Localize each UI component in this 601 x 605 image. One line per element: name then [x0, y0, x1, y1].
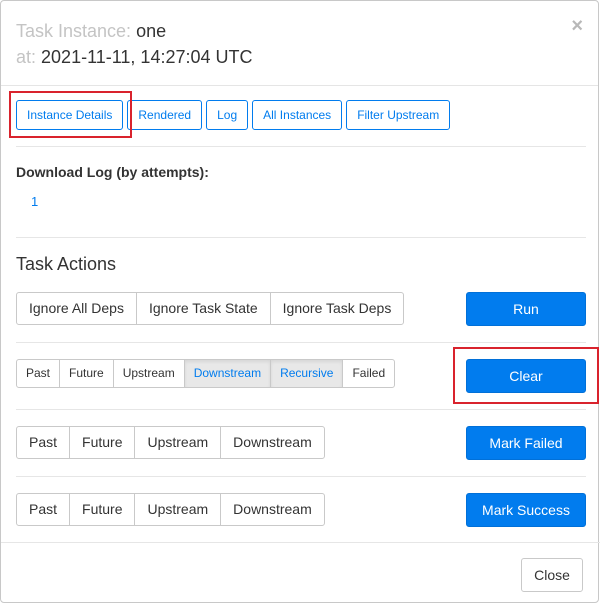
ignore-task-state-toggle[interactable]: Ignore Task State [135, 292, 271, 325]
execution-date-value: 2021-11-11, 14:27:04 UTC [41, 47, 253, 67]
clear-failed-toggle[interactable]: Failed [342, 359, 396, 388]
mark-failed-downstream-toggle[interactable]: Downstream [220, 426, 325, 459]
task-instance-value: one [136, 21, 167, 41]
mark-failed-button[interactable]: Mark Failed [466, 426, 586, 460]
divider [16, 237, 586, 238]
task-instance-title: Task Instance: one [16, 20, 166, 42]
divider [16, 476, 586, 477]
mark-success-options-group: Past Future Upstream Downstream [16, 493, 325, 526]
task-actions-title: Task Actions [16, 254, 117, 274]
mark-failed-future-toggle[interactable]: Future [69, 426, 136, 459]
highlight-box-clear [453, 347, 599, 404]
mark-success-button[interactable]: Mark Success [466, 493, 586, 527]
mark-success-upstream-toggle[interactable]: Upstream [134, 493, 222, 526]
clear-recursive-toggle[interactable]: Recursive [270, 359, 344, 388]
mark-success-past-toggle[interactable]: Past [16, 493, 71, 526]
ignore-all-deps-toggle[interactable]: Ignore All Deps [16, 292, 137, 325]
download-log-label: Download Log (by attempts): [16, 164, 209, 180]
mark-success-future-toggle[interactable]: Future [69, 493, 136, 526]
highlight-box-instance-details [9, 91, 132, 138]
filter-upstream-button[interactable]: Filter Upstream [346, 100, 451, 130]
rendered-button[interactable]: Rendered [127, 100, 203, 130]
clear-upstream-toggle[interactable]: Upstream [112, 359, 185, 388]
mark-failed-options-group: Past Future Upstream Downstream [16, 426, 325, 459]
task-instance-modal: Task Instance: one at: 2021-11-11, 14:27… [0, 0, 600, 603]
log-button[interactable]: Log [206, 100, 249, 130]
clear-future-toggle[interactable]: Future [59, 359, 114, 388]
all-instances-button[interactable]: All Instances [252, 100, 343, 130]
modal-header: Task Instance: one at: 2021-11-11, 14:27… [1, 1, 598, 86]
task-instance-label: Task Instance: [16, 21, 132, 41]
clear-past-toggle[interactable]: Past [16, 359, 61, 388]
mark-failed-past-toggle[interactable]: Past [16, 426, 71, 459]
divider [16, 409, 586, 410]
execution-date-line: at: 2021-11-11, 14:27:04 UTC [16, 46, 253, 68]
clear-options-group: Past Future Upstream Downstream Recursiv… [16, 359, 396, 388]
mark-failed-upstream-toggle[interactable]: Upstream [134, 426, 222, 459]
run-button[interactable]: Run [466, 292, 586, 326]
divider [16, 146, 586, 147]
close-button[interactable]: Close [521, 558, 583, 592]
mark-success-downstream-toggle[interactable]: Downstream [220, 493, 325, 526]
at-label: at: [16, 47, 37, 67]
footer-divider [1, 542, 600, 543]
ignore-task-deps-toggle[interactable]: Ignore Task Deps [269, 292, 405, 325]
clear-downstream-toggle[interactable]: Downstream [183, 359, 272, 388]
download-log-attempt-1-link[interactable]: 1 [31, 194, 38, 209]
close-icon[interactable]: × [571, 15, 583, 37]
run-options-group: Ignore All Deps Ignore Task State Ignore… [16, 292, 405, 325]
divider [16, 342, 586, 343]
